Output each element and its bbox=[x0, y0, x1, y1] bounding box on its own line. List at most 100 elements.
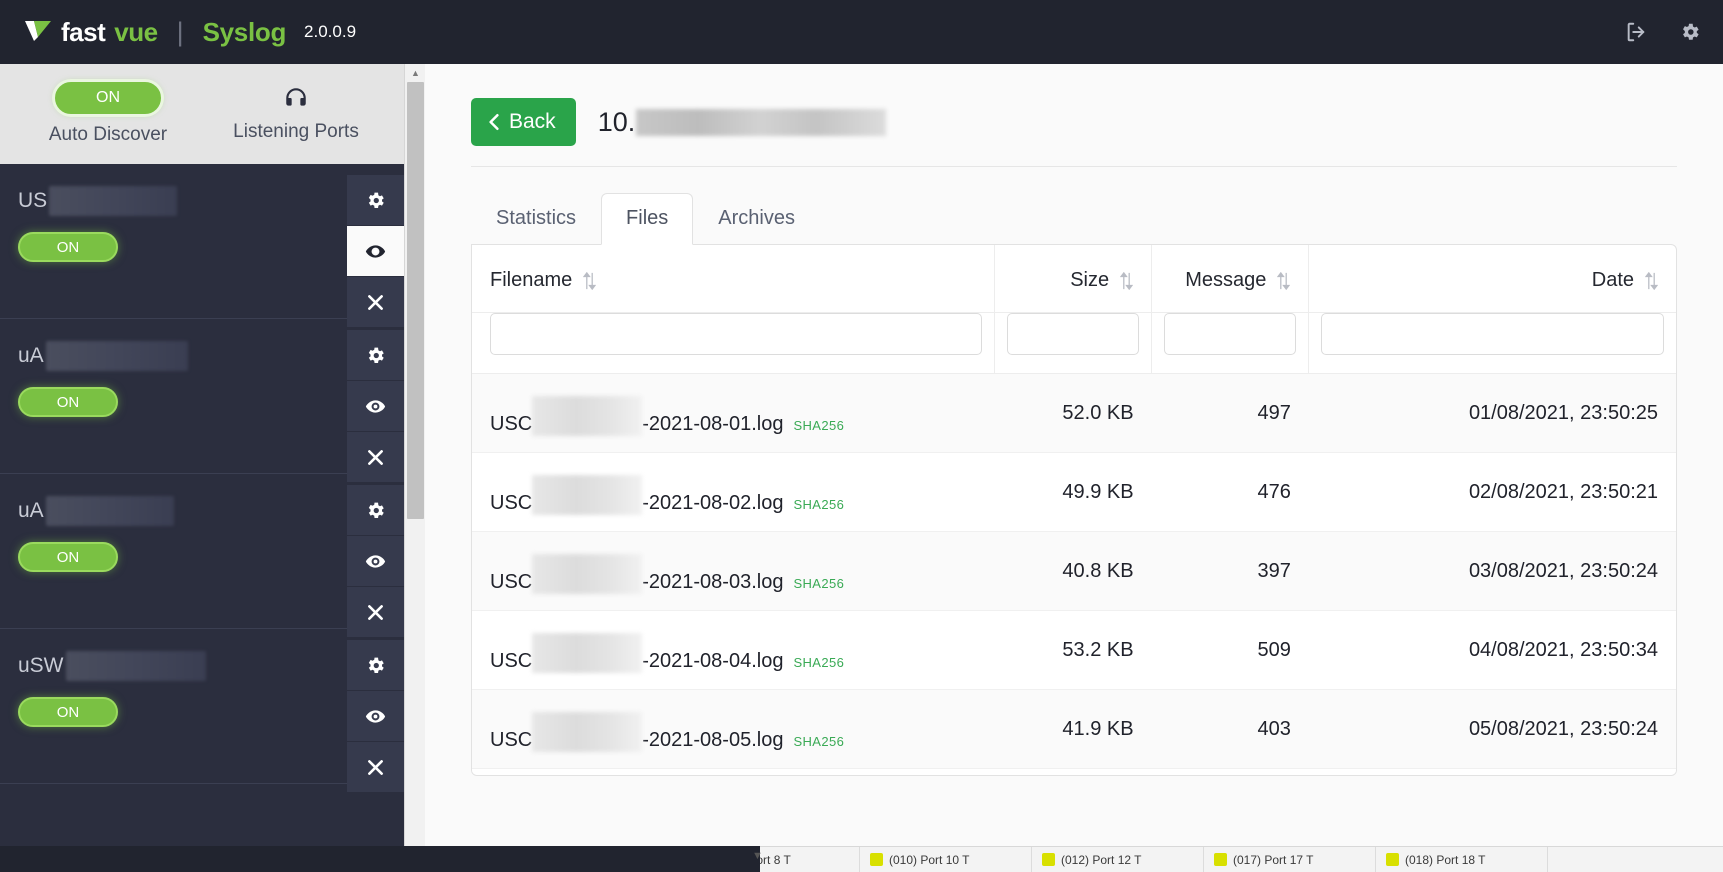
column-header-message[interactable]: Message bbox=[1151, 245, 1310, 313]
source-item[interactable]: uSW ON bbox=[0, 629, 404, 793]
host-prefix: 10. bbox=[597, 106, 636, 137]
column-header-label: Filename bbox=[490, 269, 573, 291]
cell-filename[interactable]: USC -2021-08-01.log SHA256 bbox=[472, 373, 995, 453]
sha256-badge: SHA256 bbox=[793, 576, 845, 591]
window-icon bbox=[1386, 853, 1399, 866]
source-name-text: uA bbox=[18, 344, 44, 367]
source-remove-button[interactable] bbox=[347, 742, 404, 793]
filter-cell bbox=[994, 312, 1153, 374]
close-icon bbox=[368, 604, 383, 620]
tab-statistics[interactable]: Statistics bbox=[471, 193, 601, 245]
gear-icon bbox=[368, 502, 384, 518]
table-row[interactable]: USC -2021-08-03.log SHA256 40.8 KB 397 03/08/… bbox=[472, 531, 1676, 611]
cell-message: 277 bbox=[1151, 768, 1309, 775]
source-actions bbox=[347, 640, 404, 793]
filter-input-message[interactable] bbox=[1164, 313, 1297, 355]
column-header-label: Date bbox=[1591, 269, 1634, 291]
filename-prefix: USC bbox=[490, 571, 533, 593]
source-enabled-toggle[interactable]: ON bbox=[18, 542, 118, 572]
filter-input-filename[interactable] bbox=[490, 313, 982, 355]
cell-filename[interactable]: USC -2021-08-02.log SHA256 bbox=[472, 452, 995, 532]
filename-prefix: USC bbox=[490, 492, 533, 514]
source-view-button[interactable] bbox=[347, 691, 404, 742]
cell-date: 05/08/2021, 23:50:24 bbox=[1308, 689, 1676, 769]
table-row[interactable]: USC -2021-08-05.log SHA256 41.9 KB 403 05/08/… bbox=[472, 689, 1676, 769]
files-table: Filename Size Message Date USC -2021-08-01.l… bbox=[472, 245, 1676, 775]
source-item[interactable]: uA ON bbox=[0, 319, 404, 483]
filter-input-date[interactable] bbox=[1321, 313, 1664, 355]
cell-size: 40.8 KB bbox=[994, 531, 1152, 611]
sort-icon[interactable] bbox=[1120, 271, 1134, 290]
source-settings-button[interactable] bbox=[347, 640, 404, 691]
source-settings-button[interactable] bbox=[347, 330, 404, 381]
gear-icon[interactable] bbox=[1679, 21, 1701, 43]
caret-down-icon[interactable]: ▼ bbox=[752, 850, 763, 862]
app-shell: ON Auto Discover Listening Ports US ON uA O… bbox=[0, 64, 1723, 872]
source-enabled-toggle[interactable]: ON bbox=[18, 232, 118, 262]
app-logo[interactable]: fast vue | Syslog 2.0.0.9 bbox=[24, 17, 356, 48]
scroll-up-arrow[interactable]: ▲ bbox=[405, 64, 426, 81]
close-icon bbox=[368, 294, 383, 310]
cell-message: 397 bbox=[1151, 531, 1309, 611]
gear-icon bbox=[368, 192, 384, 208]
filename-prefix: USC bbox=[490, 413, 533, 435]
files-card: Filename Size Message Date USC -2021-08-01.l… bbox=[471, 244, 1677, 776]
cell-filename[interactable]: USC -2021-08-03.log SHA256 bbox=[472, 531, 995, 611]
column-header-filename[interactable]: Filename bbox=[472, 245, 995, 313]
table-row[interactable]: USC -2021-08-04.log SHA256 53.2 KB 509 04/08/… bbox=[472, 610, 1676, 690]
filename-suffix: -2021-08-02.log bbox=[642, 492, 784, 514]
gear-icon bbox=[368, 657, 384, 673]
cell-filename[interactable]: USC -2021-08-05.log SHA256 bbox=[472, 689, 995, 769]
gear-icon bbox=[368, 347, 384, 363]
tab-archives[interactable]: Archives bbox=[693, 193, 820, 245]
source-view-button[interactable] bbox=[347, 226, 404, 277]
filename-suffix: -2021-08-05.log bbox=[642, 729, 784, 751]
source-view-button[interactable] bbox=[347, 536, 404, 587]
files-table-body: USC -2021-08-01.log SHA256 52.0 KB 497 01/08/… bbox=[472, 373, 1676, 775]
tab-files[interactable]: Files bbox=[601, 193, 694, 245]
header-divider bbox=[471, 166, 1677, 167]
source-view-button[interactable] bbox=[347, 381, 404, 432]
column-header-size[interactable]: Size bbox=[994, 245, 1153, 313]
filter-input-size[interactable] bbox=[1006, 313, 1140, 355]
taskbar-item[interactable]: (010) Port 10 T bbox=[860, 847, 1032, 872]
sha256-badge: SHA256 bbox=[793, 418, 845, 433]
cell-date: 02/08/2021, 23:50:21 bbox=[1308, 452, 1676, 532]
taskbar-item-label: (018) Port 18 T bbox=[1405, 852, 1486, 867]
table-row[interactable]: USC-2021-08-06.log29.3 KB27706/08/2021, … bbox=[472, 768, 1676, 775]
logo-divider: | bbox=[176, 16, 184, 47]
cell-filename[interactable]: USC -2021-08-04.log SHA256 bbox=[472, 610, 995, 690]
sort-icon[interactable] bbox=[1277, 271, 1291, 290]
window-icon bbox=[1042, 853, 1055, 866]
back-button[interactable]: Back bbox=[471, 98, 576, 146]
source-settings-button[interactable] bbox=[347, 485, 404, 536]
column-header-date[interactable]: Date bbox=[1308, 245, 1676, 313]
taskbar-item-label: (017) Port 17 T bbox=[1233, 852, 1314, 867]
sort-icon[interactable] bbox=[583, 271, 597, 290]
column-header-inner: Filename bbox=[490, 269, 976, 292]
table-row[interactable]: USC -2021-08-01.log SHA256 52.0 KB 497 01/08/… bbox=[472, 373, 1676, 453]
source-item[interactable]: uA ON bbox=[0, 474, 404, 638]
cell-filename[interactable]: USC-2021-08-06.log bbox=[472, 768, 995, 775]
sort-icon[interactable] bbox=[1645, 271, 1658, 290]
source-item[interactable]: US ON bbox=[0, 164, 404, 328]
source-enabled-toggle[interactable]: ON bbox=[18, 697, 118, 727]
taskbar-item[interactable]: (012) Port 12 T bbox=[1032, 847, 1204, 872]
source-name-text: uA bbox=[18, 499, 44, 522]
source-settings-button[interactable] bbox=[347, 175, 404, 226]
files-header-row: Filename Size Message Date bbox=[472, 245, 1676, 313]
scrollbar-thumb[interactable] bbox=[407, 82, 424, 519]
taskbar-item[interactable]: (017) Port 17 T bbox=[1204, 847, 1376, 872]
auto-discover-toggle[interactable]: ON bbox=[55, 82, 161, 114]
taskbar-item[interactable]: (018) Port 18 T bbox=[1376, 847, 1548, 872]
sha256-badge: SHA256 bbox=[793, 734, 845, 749]
logout-icon[interactable] bbox=[1625, 21, 1647, 43]
listening-ports-cell[interactable]: Listening Ports bbox=[202, 85, 390, 143]
cell-date: 01/08/2021, 23:50:25 bbox=[1308, 373, 1676, 453]
source-enabled-toggle[interactable]: ON bbox=[18, 387, 118, 417]
filter-cell bbox=[472, 312, 995, 374]
source-name-text: US bbox=[18, 189, 48, 212]
table-row[interactable]: USC -2021-08-02.log SHA256 49.9 KB 476 02/08/… bbox=[472, 452, 1676, 532]
close-icon bbox=[368, 449, 383, 465]
sidebar-scrollbar[interactable]: ▲ ▼ bbox=[404, 64, 425, 872]
